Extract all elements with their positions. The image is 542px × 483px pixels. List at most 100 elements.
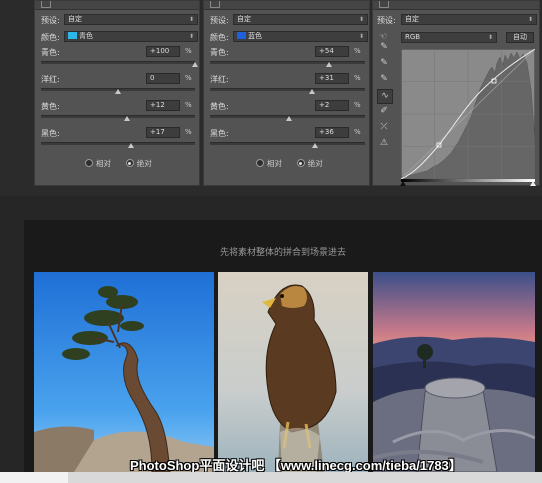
slider-thumb[interactable] [326,62,333,67]
percent-unit: % [354,47,361,55]
slider-track[interactable] [41,115,195,118]
preset-dropdown[interactable]: 自定 ⬍ [64,14,198,25]
slider-thumb[interactable] [308,89,315,94]
radio-relative-label: 相对 [267,159,282,168]
preset-dropdown[interactable]: 自定 ⬍ [233,14,368,25]
slider-thumb[interactable] [115,89,121,94]
chevron-updown-icon: ⬍ [487,34,493,41]
eyedropper-gray-icon[interactable]: ✎ [377,57,391,70]
golden-eagle-photo [218,272,368,472]
panel-icon [210,1,220,8]
adjustment-panels-area: 预设: 自定 ⬍ 颜色: 青色 ⬍ 青色: +100% 洋红: 0% 黄色: +12% 黑色: +… [0,0,542,196]
gradient-bar [401,179,535,182]
color-value: 青色 [79,32,93,40]
auto-button[interactable]: 自动 [506,32,534,43]
preset-value: 自定 [237,15,251,23]
slider-label: 黑色: [210,129,229,138]
radio-absolute-label: 绝对 [136,159,152,168]
slider-thumb[interactable] [124,116,131,121]
color-dropdown[interactable]: 青色 ⬍ [64,31,198,42]
slider-track[interactable] [210,61,365,64]
mode-radio-group: 相对 绝对 [256,158,323,169]
preset-value: 自定 [405,15,419,23]
black-point-slider[interactable] [400,181,406,186]
slider-label: 洋红: [210,75,229,84]
slider-label: 黑色: [41,129,60,138]
selective-color-panel-blue: 预设: 自定 ⬍ 颜色: 蓝色 ⬍ 青色: +54% 洋红: +31% 黄色: +2% 黑色: +… [203,0,370,186]
color-value: 蓝色 [248,32,262,40]
panel-header [373,1,539,10]
slider-value-input[interactable]: +2 [315,100,349,111]
slider-label: 黄色: [41,102,60,111]
mode-radio-group: 相对 绝对 [85,158,152,169]
preset-value: 自定 [68,15,82,23]
radio-absolute[interactable] [125,159,134,167]
clipping-warning-icon[interactable]: ⚠ [377,137,391,150]
color-dropdown[interactable]: 蓝色 ⬍ [233,31,368,42]
radio-absolute[interactable] [296,159,305,167]
panel-header [204,1,369,10]
channel-dropdown[interactable]: RGB ⬍ [401,32,497,43]
slider-track[interactable] [41,142,195,145]
percent-unit: % [354,74,361,82]
slider-thumb[interactable] [286,116,293,121]
slider-value-input[interactable]: +100 [146,46,180,57]
curves-panel: 预设: 自定 ⬍ ☜ RGB ⬍ 自动 ✎ ✎ ✎ ∿ ✐ ⤫ ⚠ [372,0,540,186]
color-swatch [237,32,246,39]
slider-thumb[interactable] [312,143,319,148]
color-label: 颜色: [210,33,229,42]
color-label: 颜色: [41,33,60,42]
slider-track[interactable] [210,142,365,145]
panel-icon [379,1,389,8]
selective-color-panel-cyan: 预设: 自定 ⬍ 颜色: 青色 ⬍ 青色: +100% 洋红: 0% 黄色: +12% 黑色: +… [34,0,200,186]
tree-stump-sunset-photo [373,272,535,472]
curve-point-icon[interactable]: ∿ [377,89,393,104]
white-point-slider[interactable] [530,181,536,186]
panel-icon [41,1,51,8]
curves-graph[interactable] [401,49,535,183]
percent-unit: % [185,128,192,136]
slider-label: 黄色: [210,102,229,111]
percent-unit: % [354,101,361,109]
slider-value-input[interactable]: +54 [315,46,349,57]
slider-value-input[interactable]: 0 [146,73,180,84]
slider-thumb[interactable] [128,143,135,148]
percent-unit: % [354,128,361,136]
panel-header [35,1,199,10]
pencil-icon[interactable]: ✐ [377,105,391,118]
slider-value-input[interactable]: +12 [146,100,180,111]
preset-dropdown[interactable]: 自定 ⬍ [401,14,537,25]
slider-thumb[interactable] [192,62,198,67]
eyedropper-black-icon[interactable]: ✎ [377,41,391,54]
scrollbar-thumb[interactable] [0,472,68,483]
chevron-updown-icon: ⬍ [527,16,533,23]
slider-value-input[interactable]: +31 [315,73,349,84]
slider-label: 青色: [41,48,60,57]
tutorial-caption: 先将素材整体的拼合到场景进去 [219,248,346,258]
chevron-updown-icon: ⬍ [188,16,194,23]
radio-relative[interactable] [256,159,264,167]
chevron-updown-icon: ⬍ [188,33,194,40]
eyedropper-white-icon[interactable]: ✎ [377,73,391,86]
chevron-updown-icon: ⬍ [358,16,364,23]
radio-absolute-label: 绝对 [307,159,323,168]
radio-relative-label: 相对 [96,159,111,168]
percent-unit: % [185,47,192,55]
color-swatch [68,32,77,39]
slider-track[interactable] [210,88,365,91]
preset-label: 预设: [41,16,60,25]
slider-label: 青色: [210,48,229,57]
percent-unit: % [185,101,192,109]
preset-label: 预设: [210,16,229,25]
radio-relative[interactable] [85,159,93,167]
slider-value-input[interactable]: +17 [146,127,180,138]
chevron-updown-icon: ⬍ [358,33,364,40]
horizontal-scrollbar[interactable] [0,472,542,483]
percent-unit: % [185,74,192,82]
slider-label: 洋红: [41,75,60,84]
channel-value: RGB [405,33,421,41]
smooth-icon[interactable]: ⤫ [377,121,391,134]
preset-label: 预设: [377,16,396,25]
slider-track[interactable] [41,61,195,64]
slider-value-input[interactable]: +36 [315,127,349,138]
